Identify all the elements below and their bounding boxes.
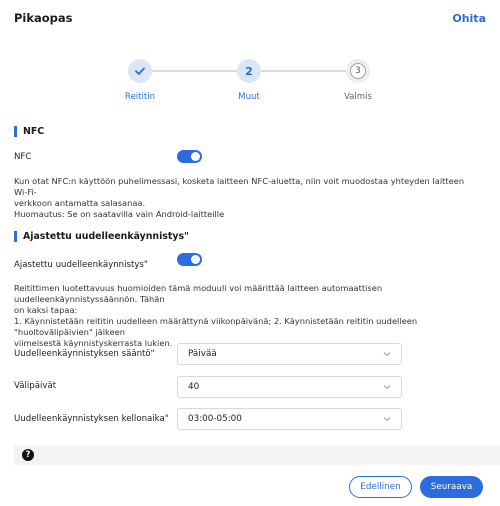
skip-link[interactable]: Ohita <box>452 12 486 25</box>
chevron-down-icon <box>383 385 391 390</box>
chevron-down-icon <box>383 417 391 422</box>
reboot-description-line: on kaksi tapaa: <box>14 305 78 315</box>
toggle-knob <box>191 152 200 161</box>
header: Pikaopas Ohita <box>0 0 500 40</box>
interval-days-label: Välipäivät <box>14 381 57 391</box>
checkmark-icon <box>135 67 145 75</box>
nfc-description-line: Kun otat NFC:n käyttöön puhelimessasi, k… <box>14 176 465 197</box>
reboot-time-value: 03:00-05:00 <box>188 414 242 424</box>
reboot-toggle-label: Ajastettu uudelleenkäynnistys" <box>14 260 148 270</box>
step-3-circle: 3 <box>346 59 370 83</box>
step-3-number: 3 <box>350 63 366 79</box>
reboot-rule-label: Uudelleenkäynnistyksen sääntö" <box>14 349 155 359</box>
step-1-circle <box>128 59 152 83</box>
nfc-toggle[interactable] <box>177 150 202 163</box>
step-1-label: Reititin <box>124 92 156 102</box>
reboot-description-line: 1. Käynnistetään reititin uudelleen määr… <box>14 316 418 337</box>
step-3-label: Valmis <box>343 92 373 102</box>
progress-stepper: 2 3 Reititin Muut Valmis <box>0 56 500 108</box>
reboot-rule-select[interactable]: Päivää <box>177 343 402 365</box>
nfc-section-title: NFC <box>14 126 44 137</box>
chevron-down-icon <box>383 352 391 357</box>
step-2-circle: 2 <box>237 59 261 83</box>
previous-button[interactable]: Edellinen <box>349 476 412 498</box>
reboot-toggle[interactable] <box>177 253 202 266</box>
nfc-toggle-label: NFC <box>14 152 32 162</box>
nfc-description: Kun otat NFC:n käyttöön puhelimessasi, k… <box>14 176 474 220</box>
step-connector <box>261 70 346 72</box>
help-icon[interactable]: ? <box>22 449 34 461</box>
toggle-knob <box>191 255 200 264</box>
help-bar: ? <box>14 445 500 465</box>
step-2-label: Muut <box>238 92 260 102</box>
reboot-time-select[interactable]: 03:00-05:00 <box>177 408 402 430</box>
step-connector <box>152 70 237 72</box>
page-title: Pikaopas <box>14 11 73 25</box>
interval-days-value: 40 <box>188 382 200 392</box>
nfc-description-line: Huomautus: Se on saatavilla vain Android… <box>14 209 225 219</box>
next-button[interactable]: Seuraava <box>420 476 483 498</box>
reboot-rule-value: Päivää <box>188 349 217 359</box>
interval-days-select[interactable]: 40 <box>177 376 402 398</box>
nfc-description-line: verkkoon antamatta salasanaa. <box>14 198 146 208</box>
reboot-time-label: Uudelleenkäynnistyksen kellonaika" <box>14 414 169 424</box>
reboot-description-line: Reitittimen luotettavuus huomioiden tämä… <box>14 283 383 304</box>
reboot-section-title: Ajastettu uudelleenkäynnistys" <box>14 231 189 242</box>
reboot-description: Reitittimen luotettavuus huomioiden tämä… <box>14 283 474 349</box>
